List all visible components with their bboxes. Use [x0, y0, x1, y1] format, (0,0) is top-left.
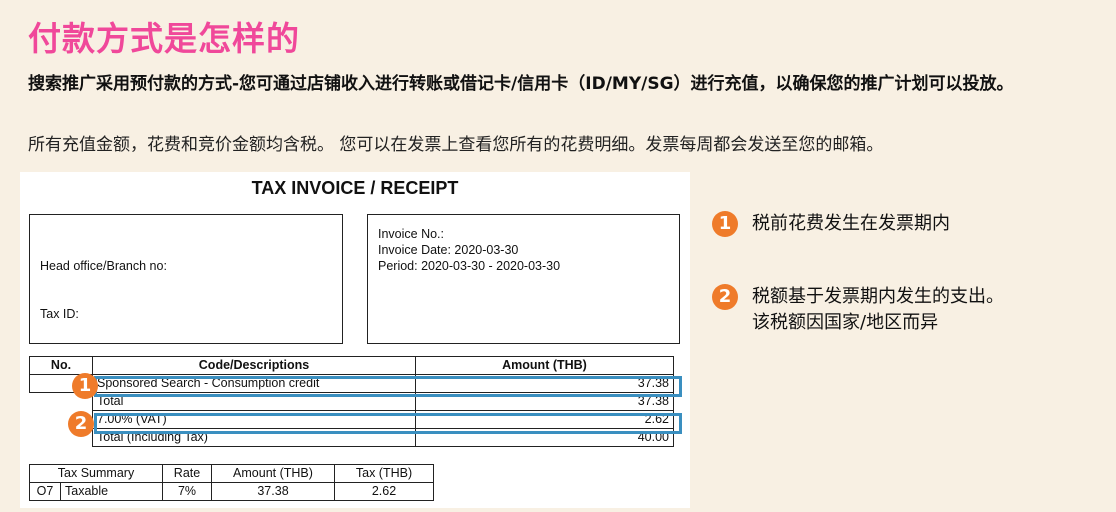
summary-type: Taxable: [60, 482, 163, 501]
col-header-amount: Amount (THB): [415, 356, 674, 375]
invoice-title: TAX INVOICE / RECEIPT: [251, 178, 459, 198]
note-2-text-line2: 该税额因国家/地区而异: [752, 312, 939, 333]
invoice-image: TAX INVOICE / RECEIPT Head office/Branch…: [20, 172, 690, 508]
invoice-no-label: Invoice No.:: [378, 227, 445, 241]
table-header-row: No. Code/Descriptions Amount (THB): [29, 356, 674, 375]
note-1-text: 税前花费发生在发票期内: [752, 213, 950, 234]
bold-description: 搜索推广采用预付款的方式-您可通过店铺收入进行转账或借记卡/信用卡（ID/MY/…: [28, 74, 1014, 94]
badge-1: 1: [72, 373, 98, 399]
note-1: 1 税前花费发生在发票期内: [712, 211, 1102, 239]
summary-header-row: Tax Summary Rate Amount (THB) Tax (THB): [29, 464, 434, 483]
table-row: O7 Taxable 7% 37.38 2.62: [29, 482, 434, 501]
summary-header-amount: Amount (THB): [211, 464, 335, 483]
invoice-info-box: Invoice No.: Invoice Date: 2020-03-30 Pe…: [367, 214, 680, 344]
head-office-label: Head office/Branch no:: [40, 259, 167, 273]
branch-box: Head office/Branch no: Tax ID:: [29, 214, 343, 344]
col-header-no: No.: [29, 356, 93, 375]
highlight-vat-row: [94, 413, 682, 434]
summary-rate: 7%: [162, 482, 212, 501]
period-label: Period: 2020-03-30 - 2020-03-30: [378, 259, 561, 273]
note-2-badge: 2: [712, 284, 738, 310]
description: 所有充值金额，花费和竞价金额均含税。 您可以在发票上查看您所有的花费明细。发票每…: [28, 135, 884, 155]
badge-2: 2: [68, 411, 94, 437]
highlight-consumption-row: [94, 376, 682, 397]
page-title: 付款方式是怎样的: [28, 19, 300, 58]
note-2-text-line1: 税额基于发票期内发生的支出。: [752, 286, 1004, 307]
summary-amount: 37.38: [211, 482, 335, 501]
note-2: 2 税额基于发票期内发生的支出。 该税额因国家/地区而异: [712, 284, 1102, 340]
summary-header-tax: Tax Summary: [29, 464, 163, 483]
tax-id-label: Tax ID:: [40, 307, 79, 321]
summary-header-taxamt: Tax (THB): [334, 464, 434, 483]
tax-summary-table: Tax Summary Rate Amount (THB) Tax (THB) …: [29, 464, 434, 501]
summary-header-rate: Rate: [162, 464, 212, 483]
col-header-desc: Code/Descriptions: [92, 356, 416, 375]
note-1-badge: 1: [712, 211, 738, 237]
summary-code: O7: [29, 482, 61, 501]
invoice-date-label: Invoice Date: 2020-03-30: [378, 243, 519, 257]
summary-tax: 2.62: [334, 482, 434, 501]
